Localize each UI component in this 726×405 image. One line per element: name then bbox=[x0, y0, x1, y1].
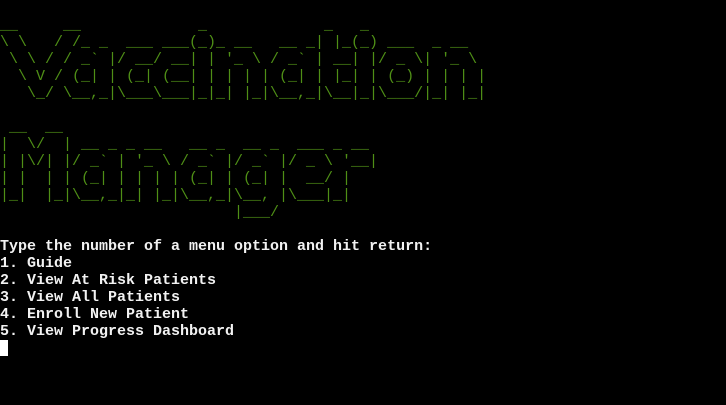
menu-option-at-risk: 2. View At Risk Patients bbox=[0, 272, 217, 289]
banner-manager-art: __ __ | \/ | __ _ _ __ __ _ __ _ ___ _ _… bbox=[0, 119, 379, 221]
menu-option-dashboard: 5. View Progress Dashboard bbox=[0, 323, 235, 340]
text-cursor bbox=[0, 340, 8, 356]
input-line[interactable] bbox=[0, 340, 726, 357]
menu-option-enroll: 4. Enroll New Patient bbox=[0, 306, 190, 323]
banner-vaccination-art: __ __ _ _ _ \ \ / /_ _ ___ ___(_)_ __ __… bbox=[0, 17, 487, 102]
terminal[interactable]: __ __ _ _ _ \ \ / /_ _ ___ ___(_)_ __ __… bbox=[0, 0, 726, 374]
menu-prompt: Type the number of a menu option and hit… bbox=[0, 238, 433, 255]
menu-option-all-patients: 3. View All Patients bbox=[0, 289, 181, 306]
menu-option-guide: 1. Guide bbox=[0, 255, 73, 272]
